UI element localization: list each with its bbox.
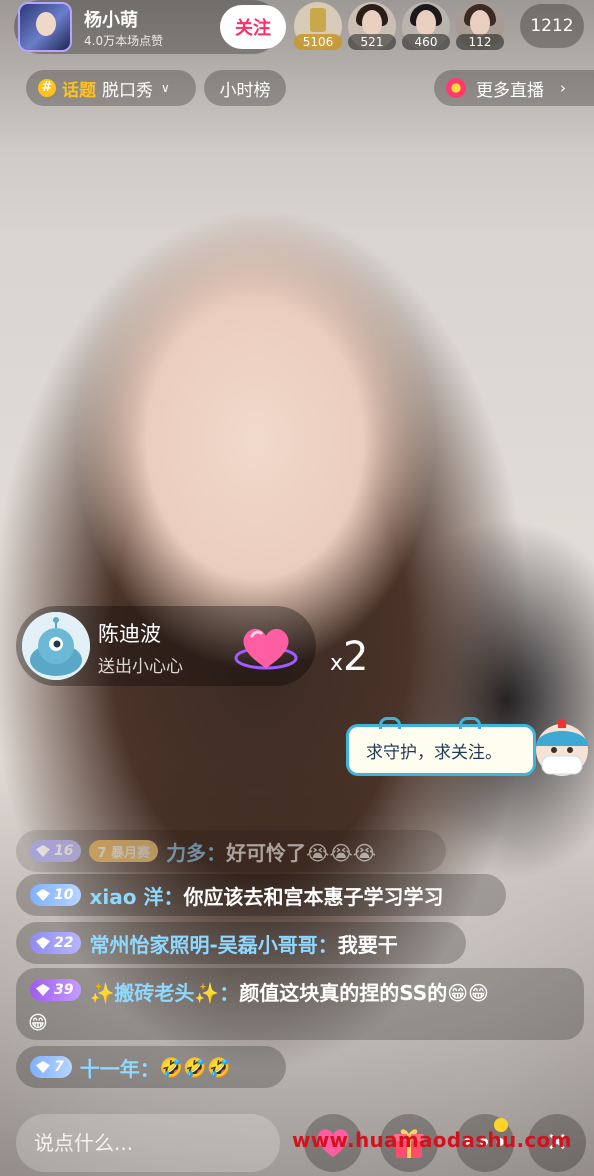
guard-sticker-text: 求守护，求关注。: [366, 742, 502, 763]
chat-username[interactable]: 力多: [166, 837, 206, 866]
watermark: www.huamaodashu.com: [292, 1128, 572, 1152]
host-avatar[interactable]: [18, 2, 72, 52]
chat-text: 颜值这块真的捏的SS的😁😁: [239, 981, 489, 1005]
chat-username[interactable]: 十一年: [80, 1053, 140, 1082]
heart-gift-icon: [234, 628, 298, 670]
gift-action: 送出小心心: [98, 657, 183, 677]
chat-username[interactable]: ✨搬砖老头✨: [89, 977, 219, 1006]
month-badge: 7 暴月赛: [89, 840, 159, 862]
viewer-count: 5106: [294, 34, 342, 50]
chat-username[interactable]: 常州怡家照明-吴磊小哥哥: [89, 929, 317, 958]
level-badge: 10: [30, 884, 82, 906]
chat-text-continued: 😁: [28, 1012, 48, 1034]
chat-text: 我要干: [337, 932, 398, 957]
chat-text: 你应该去和宫本惠子学习学习: [183, 884, 444, 909]
level-badge: 16: [30, 840, 82, 862]
chat-username[interactable]: xiao 洋: [89, 881, 163, 910]
topic-label: 话题: [62, 80, 96, 101]
host-name: 杨小萌: [84, 10, 138, 31]
gift-sender-avatar[interactable]: [22, 612, 90, 680]
guard-sticker[interactable]: 求守护，求关注。: [346, 717, 536, 776]
hour-rank-button[interactable]: 小时榜: [204, 70, 286, 106]
chat-message[interactable]: 39 ✨搬砖老头✨ ： 颜值这块真的捏的SS的😁😁 😁: [16, 968, 584, 1040]
gift-sender-name: 陈迪波: [98, 622, 161, 646]
topic-chip[interactable]: # 话题 脱口秀 ∨: [26, 70, 196, 106]
bottom-shade: [0, 756, 594, 1176]
live-icon: [446, 78, 466, 98]
viewer-count: 521: [348, 34, 396, 50]
chat-message[interactable]: 22 常州怡家照明-吴磊小哥哥 ： 我要干: [16, 922, 466, 964]
gift-count: x2: [330, 634, 368, 680]
gift-count-prefix: x: [330, 651, 344, 676]
doctor-mascot-icon: [536, 720, 588, 776]
host-likes: 4.0万本场点赞: [84, 34, 164, 48]
hash-icon: #: [38, 79, 56, 97]
follow-button[interactable]: 关注: [220, 5, 286, 49]
chat-message[interactable]: 10 xiao 洋 ： 你应该去和宫本惠子学习学习: [16, 874, 506, 916]
chat-input[interactable]: [16, 1114, 280, 1172]
chat-message[interactable]: 16 7 暴月赛 力多 ： 好可怜了😭😭😭: [16, 830, 446, 872]
level-badge: 7: [30, 1056, 72, 1078]
topic-name: 脱口秀: [102, 80, 153, 101]
gift-count-value: 2: [343, 634, 369, 680]
level-badge: 22: [30, 932, 82, 954]
online-count[interactable]: 1212: [520, 4, 584, 48]
chevron-down-icon: ∨: [161, 81, 170, 95]
viewer-count: 112: [456, 34, 504, 50]
chat-text: 好可怜了😭😭😭: [226, 840, 377, 865]
chevron-right-icon: ›: [560, 79, 566, 97]
chat-text: 🤣🤣🤣: [159, 1056, 231, 1079]
more-live-label: 更多直播: [476, 80, 544, 101]
host-card[interactable]: 杨小萌 4.0万本场点赞 关注: [14, 0, 286, 54]
more-live-button[interactable]: 更多直播 ›: [434, 70, 594, 106]
level-badge: 39: [30, 979, 82, 1001]
chat-message[interactable]: 7 十一年 ： 🤣🤣🤣: [16, 1046, 286, 1088]
viewer-count: 460: [402, 34, 450, 50]
